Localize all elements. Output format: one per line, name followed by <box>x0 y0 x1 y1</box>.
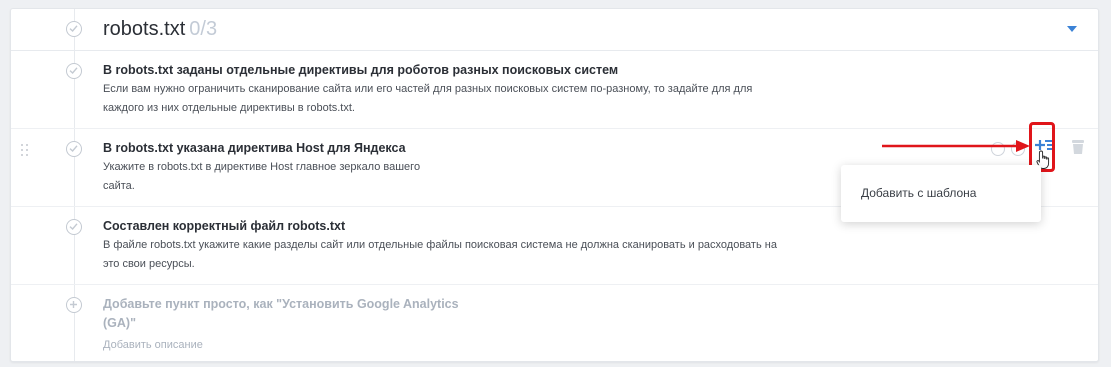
item-description: каждого из них отдельные директивы в rob… <box>103 102 355 114</box>
add-item-placeholder[interactable]: Добавьте пункт просто, как "Установить G… <box>103 297 459 311</box>
template-popup: Добавить с шаблона <box>841 165 1041 222</box>
section-header[interactable]: robots.txt 0/3 <box>11 9 1098 51</box>
section-title-text: robots.txt <box>103 18 186 40</box>
add-item-placeholder[interactable]: (GA)" <box>103 316 136 330</box>
trash-icon[interactable] <box>1071 139 1085 155</box>
red-arrow-annotation <box>882 140 1030 152</box>
checklist-item[interactable]: В robots.txt заданы отдельные директивы … <box>11 51 1098 129</box>
item-title[interactable]: В robots.txt указана директива Host для … <box>103 141 406 155</box>
check-circle-icon[interactable] <box>66 63 82 79</box>
item-title[interactable]: В robots.txt заданы отдельные директивы … <box>103 63 618 77</box>
add-item-row[interactable]: Добавьте пункт просто, как "Установить G… <box>11 285 1098 360</box>
item-description: это свои ресурсы. <box>103 258 195 270</box>
canvas: robots.txt 0/3 В robots.txt заданы отдель… <box>0 0 1111 367</box>
item-title[interactable]: Составлен корректный файл robots.txt <box>103 219 345 233</box>
check-circle-icon[interactable] <box>66 141 82 157</box>
add-from-template-option[interactable]: Добавить с шаблона <box>861 186 976 200</box>
item-description: сайта. <box>103 180 135 192</box>
drag-handle-icon[interactable] <box>21 144 29 156</box>
add-description-link[interactable]: Добавить описание <box>103 336 203 355</box>
section-title: robots.txt 0/3 <box>103 18 217 41</box>
item-description: Если вам нужно ограничить сканирование с… <box>103 83 753 95</box>
caret-down-icon[interactable] <box>1067 26 1077 32</box>
plus-circle-icon[interactable] <box>66 297 82 313</box>
check-circle-icon[interactable] <box>66 21 82 37</box>
item-description: В файле robots.txt укажите какие разделы… <box>103 239 777 251</box>
check-circle-icon[interactable] <box>66 219 82 235</box>
section-progress-count: 0/3 <box>189 18 218 40</box>
item-description: Укажите в robots.txt в директиве Host гл… <box>103 161 421 173</box>
